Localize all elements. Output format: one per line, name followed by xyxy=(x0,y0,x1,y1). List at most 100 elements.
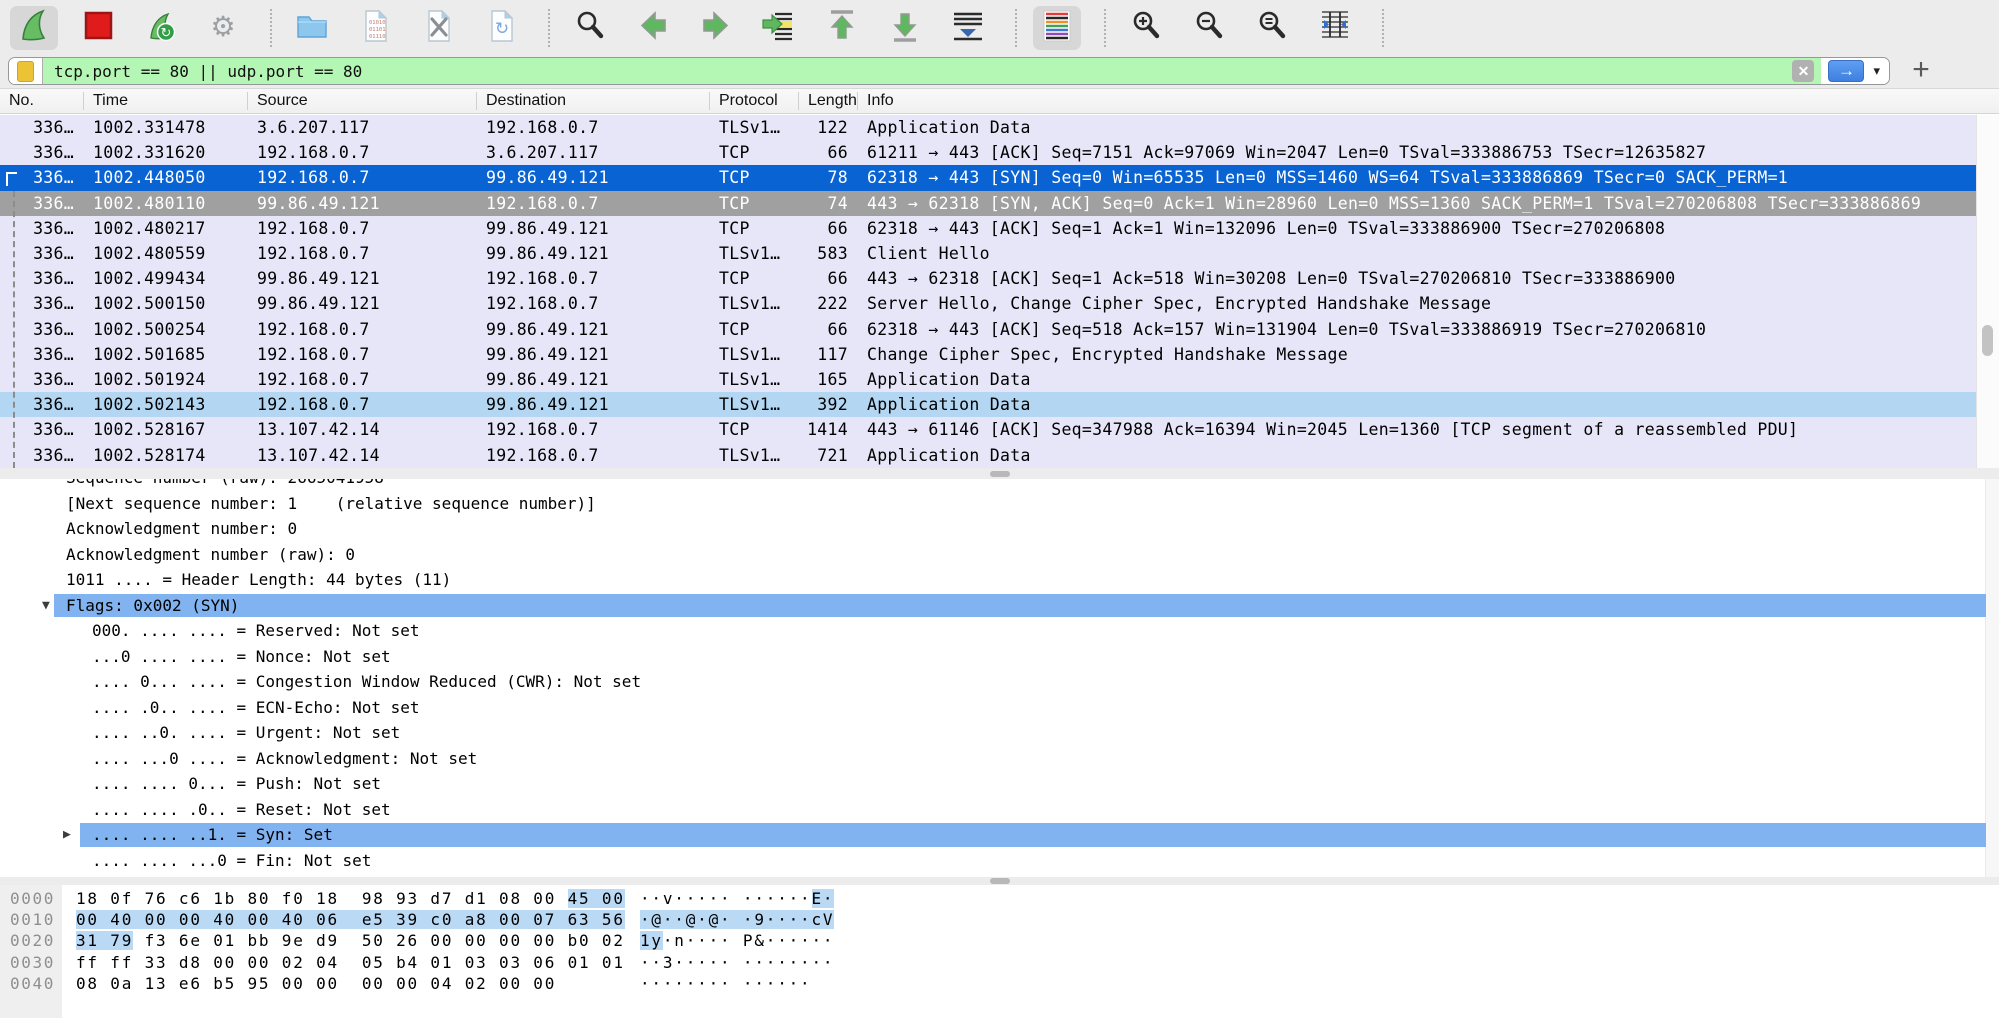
packet-row[interactable]: 336…1002.448050192.168.0.799.86.49.121TC… xyxy=(0,165,1976,190)
zoom-reset-button[interactable] xyxy=(1248,6,1296,50)
detail-text: 000. .... .... = Reserved: Not set xyxy=(0,621,420,640)
filter-bookmark-button[interactable] xyxy=(9,58,43,84)
packet-row[interactable]: 336…1002.331620192.168.0.73.6.207.117TCP… xyxy=(0,140,1976,165)
detail-line[interactable]: [Next sequence number: 1 (relative seque… xyxy=(0,491,1999,517)
cell-destination: 3.6.207.117 xyxy=(477,143,710,162)
detail-line[interactable]: .... .... .0.. = Reset: Not set xyxy=(0,797,1999,823)
hex-bytes: 08 0a 13 e6 b5 95 00 00 00 00 04 02 00 0… xyxy=(76,973,556,994)
packet-row[interactable]: 336…1002.480217192.168.0.799.86.49.121TC… xyxy=(0,216,1976,241)
cell-no: 336… xyxy=(0,143,84,162)
column-header-info[interactable]: Info xyxy=(858,92,1999,110)
detail-line[interactable]: .... .... ...0 = Fin: Not set xyxy=(0,848,1999,874)
stop-capture-button[interactable] xyxy=(73,6,121,50)
expand-closed-icon[interactable]: ▶ xyxy=(63,822,71,848)
cell-no: 336… xyxy=(0,446,84,465)
detail-line[interactable]: .... 0... .... = Congestion Window Reduc… xyxy=(0,669,1999,695)
hex-row[interactable]: 0030ff ff 33 d8 00 00 02 04 05 b4 01 03 … xyxy=(0,952,1999,973)
toolbar-separator xyxy=(1104,9,1106,47)
display-filter-input[interactable]: tcp.port == 80 || udp.port == 80 ✕ → ▾ xyxy=(8,57,1890,85)
cell-destination: 99.86.49.121 xyxy=(477,345,710,364)
pane-splitter-bottom[interactable] xyxy=(0,877,1999,885)
filter-add-button[interactable]: + xyxy=(1904,53,1938,87)
column-header-length[interactable]: Length xyxy=(799,92,858,110)
start-capture-button[interactable] xyxy=(10,6,58,50)
go-to-packet-button[interactable] xyxy=(755,6,803,50)
detail-line[interactable]: Acknowledgment number (raw): 0 xyxy=(0,542,1999,568)
expand-open-icon[interactable]: ▼ xyxy=(42,593,50,619)
cell-info: 62318 → 443 [SYN] Seq=0 Win=65535 Len=0 … xyxy=(858,168,1976,187)
reload-file-button[interactable]: ↻ xyxy=(477,6,525,50)
detail-line[interactable]: .... ...0 .... = Acknowledgment: Not set xyxy=(0,746,1999,772)
cell-info: 443 → 61146 [ACK] Seq=347988 Ack=16394 W… xyxy=(858,420,1976,439)
detail-line[interactable]: 1011 .... = Header Length: 44 bytes (11) xyxy=(0,567,1999,593)
cell-info: Client Hello xyxy=(858,244,1976,263)
details-scrollbar[interactable] xyxy=(1985,479,1999,877)
cell-destination: 99.86.49.121 xyxy=(477,395,710,414)
packet-list-scrollbar[interactable] xyxy=(1976,115,1999,468)
detail-line[interactable]: Sequence number (raw): 2665041958 xyxy=(0,479,1999,491)
cell-protocol: TLSv1… xyxy=(710,446,799,465)
hex-row[interactable]: 004008 0a 13 e6 b5 95 00 00 00 00 04 02 … xyxy=(0,973,1999,994)
packet-row[interactable]: 336…1002.502143192.168.0.799.86.49.121TL… xyxy=(0,392,1976,417)
display-filter-value[interactable]: tcp.port == 80 || udp.port == 80 xyxy=(43,62,1792,81)
svg-text:↻: ↻ xyxy=(161,25,172,40)
open-file-button[interactable] xyxy=(288,6,336,50)
detail-line[interactable]: .... ..0. .... = Urgent: Not set xyxy=(0,720,1999,746)
filter-apply-button[interactable]: → xyxy=(1828,60,1864,82)
packet-row[interactable]: 336…1002.501685192.168.0.799.86.49.121TL… xyxy=(0,342,1976,367)
packet-row[interactable]: 336…1002.500254192.168.0.799.86.49.121TC… xyxy=(0,317,1976,342)
toolbar-separator xyxy=(548,9,550,47)
hex-row[interactable]: 002031 79 f3 6e 01 bb 9e d9 50 26 00 00 … xyxy=(0,930,1999,951)
hex-ascii: 1y·n···· P&······ xyxy=(640,930,834,951)
find-packet-button[interactable] xyxy=(566,6,614,50)
detail-line[interactable]: 000. .... .... = Reserved: Not set xyxy=(0,618,1999,644)
hex-row[interactable]: 000018 0f 76 c6 1b 80 f0 18 98 93 d7 d1 … xyxy=(0,888,1999,909)
close-file-button[interactable] xyxy=(414,6,462,50)
filter-clear-button[interactable]: ✕ xyxy=(1792,60,1814,82)
column-header-time[interactable]: Time xyxy=(84,92,248,110)
zoom-in-button[interactable] xyxy=(1122,6,1170,50)
hex-ascii: ··v····· ······E· xyxy=(640,888,834,909)
cell-length: 392 xyxy=(799,395,858,414)
column-header-destination[interactable]: Destination xyxy=(477,92,710,110)
detail-line[interactable]: Acknowledgment number: 0 xyxy=(0,516,1999,542)
packet-row[interactable]: 336…1002.480559192.168.0.799.86.49.121TL… xyxy=(0,241,1976,266)
detail-line[interactable]: ...0 .... .... = Nonce: Not set xyxy=(0,644,1999,670)
packet-row[interactable]: 336…1002.49943499.86.49.121192.168.0.7TC… xyxy=(0,266,1976,291)
column-header-protocol[interactable]: Protocol xyxy=(710,92,799,110)
packet-row[interactable]: 336…1002.50015099.86.49.121192.168.0.7TL… xyxy=(0,291,1976,316)
cell-source: 192.168.0.7 xyxy=(248,219,477,238)
zoom-out-button[interactable] xyxy=(1185,6,1233,50)
go-forward-button[interactable] xyxy=(692,6,740,50)
scrollbar-thumb[interactable] xyxy=(1982,325,1993,356)
packet-row[interactable]: 336…1002.52816713.107.42.14192.168.0.7TC… xyxy=(0,417,1976,442)
cell-length: 74 xyxy=(799,194,858,213)
filter-dropdown-button[interactable]: ▾ xyxy=(1873,63,1880,79)
auto-scroll-button[interactable] xyxy=(944,6,992,50)
packet-row[interactable]: 336…1002.3314783.6.207.117192.168.0.7TLS… xyxy=(0,115,1976,140)
go-last-packet-button[interactable] xyxy=(881,6,929,50)
restart-capture-button[interactable]: ↻ xyxy=(136,6,184,50)
go-first-packet-button[interactable] xyxy=(818,6,866,50)
column-header-source[interactable]: Source xyxy=(248,92,477,110)
go-back-button[interactable] xyxy=(629,6,677,50)
resize-columns-button[interactable] xyxy=(1311,6,1359,50)
pane-splitter-top[interactable] xyxy=(0,468,1999,479)
splitter-handle-icon[interactable] xyxy=(990,471,1010,477)
svg-text:↻: ↻ xyxy=(495,19,509,38)
colorize-packets-button[interactable] xyxy=(1033,6,1081,50)
detail-line[interactable]: .... .0.. .... = ECN-Echo: Not set xyxy=(0,695,1999,721)
splitter-handle-icon[interactable] xyxy=(990,878,1010,884)
column-header-no[interactable]: No. xyxy=(0,92,84,110)
detail-line[interactable]: ▶.... .... ..1. = Syn: Set xyxy=(0,822,1999,848)
save-icon: 010100110101110 xyxy=(356,8,394,49)
capture-options-button[interactable]: ⚙ xyxy=(199,6,247,50)
packet-row[interactable]: 336…1002.501924192.168.0.799.86.49.121TL… xyxy=(0,367,1976,392)
packet-row[interactable]: 336…1002.48011099.86.49.121192.168.0.7TC… xyxy=(0,191,1976,216)
goto-icon xyxy=(760,8,798,49)
packet-row[interactable]: 336…1002.52817413.107.42.14192.168.0.7TL… xyxy=(0,442,1976,467)
detail-line[interactable]: ▼Flags: 0x002 (SYN) xyxy=(0,593,1999,619)
hex-row[interactable]: 001000 40 00 00 40 00 40 06 e5 39 c0 a8 … xyxy=(0,909,1999,930)
save-file-button[interactable]: 010100110101110 xyxy=(351,6,399,50)
detail-line[interactable]: .... .... 0... = Push: Not set xyxy=(0,771,1999,797)
